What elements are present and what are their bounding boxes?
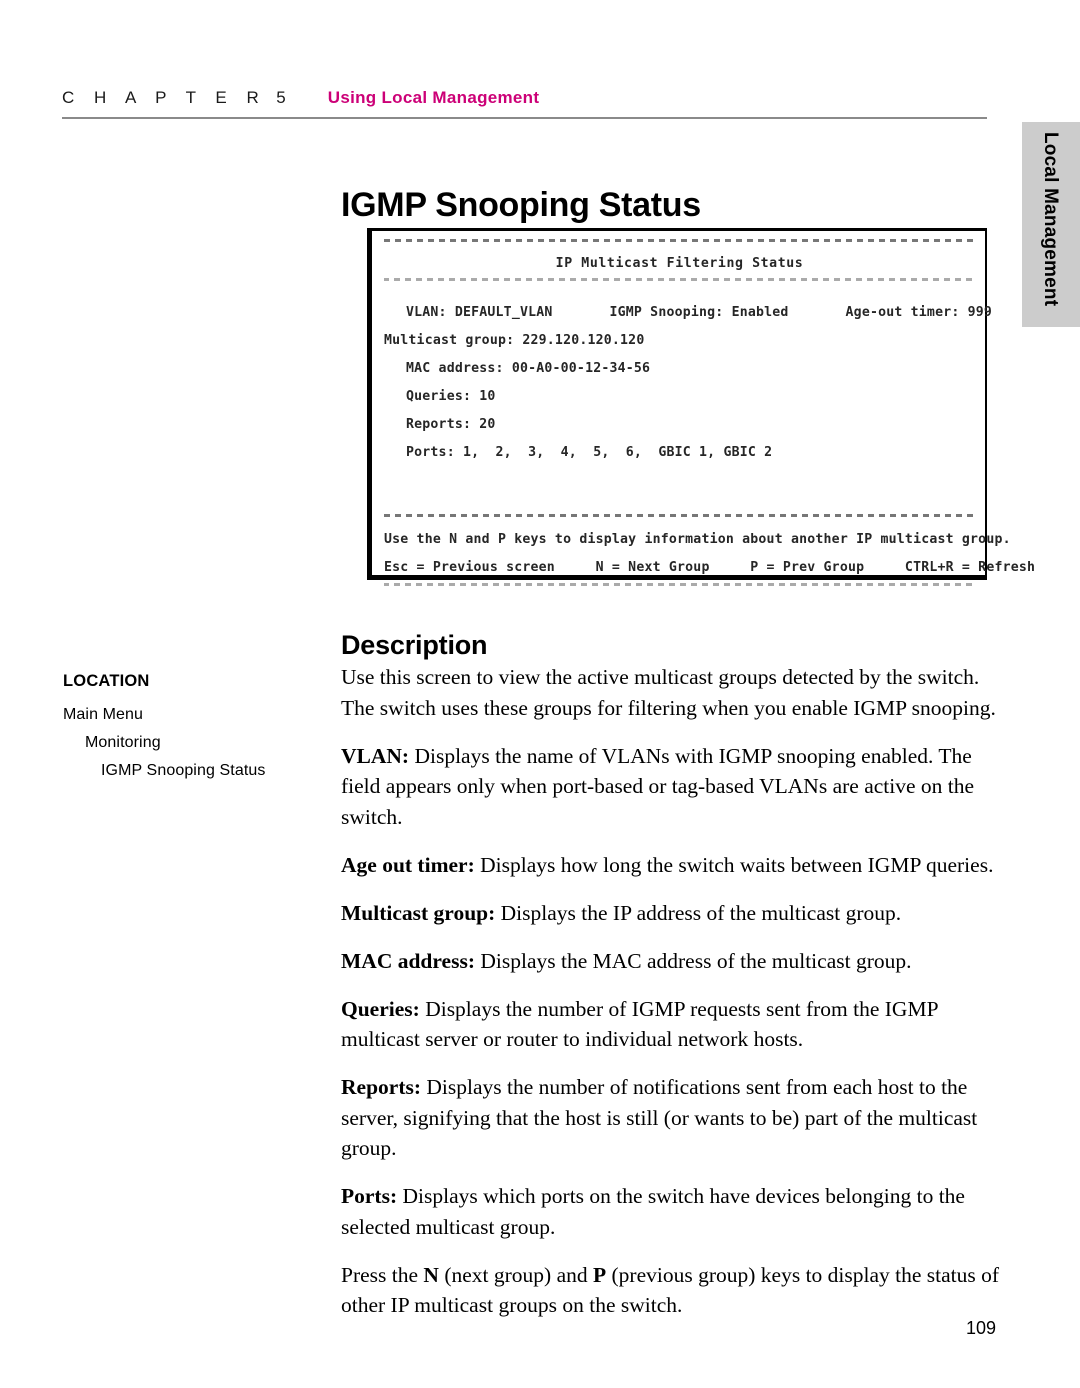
paragraph-lead: Age out timer: bbox=[341, 852, 475, 877]
nav-key-next: N bbox=[423, 1262, 439, 1287]
header-divider bbox=[62, 117, 987, 119]
paragraph-text: Displays the MAC address of the multicas… bbox=[474, 948, 912, 973]
terminal-screenshot-figure: IP Multicast Filtering Status VLAN: DEFA… bbox=[367, 228, 1035, 586]
chapter-number: 5 bbox=[276, 88, 286, 107]
terminal-screen: IP Multicast Filtering Status VLAN: DEFA… bbox=[372, 231, 1035, 586]
terminal-line-reports: Reports: 20 bbox=[406, 417, 496, 432]
terminal-line-mac-address: MAC address: 00-A0-00-12-34-56 bbox=[406, 361, 651, 376]
paragraph-ports: Ports: Displays which ports on the switc… bbox=[341, 1181, 1001, 1242]
description-heading: Description bbox=[341, 630, 488, 661]
location-item-main-menu: Main Menu bbox=[63, 706, 144, 723]
page-title: IGMP Snooping Status bbox=[341, 185, 701, 224]
paragraph-mac-address: MAC address: Displays the MAC address of… bbox=[341, 946, 1001, 977]
terminal-title: IP Multicast Filtering Status bbox=[555, 256, 804, 271]
paragraph-text: Displays how long the switch waits betwe… bbox=[474, 852, 994, 877]
nav-text-2: (next group) and bbox=[438, 1262, 593, 1287]
paragraph-lead: Ports: bbox=[341, 1184, 398, 1208]
terminal-spacer bbox=[384, 242, 975, 251]
nav-text-1: Press the bbox=[341, 1262, 424, 1287]
page-number: 109 bbox=[966, 1318, 997, 1338]
paragraph-overview: Use this screen to view the active multi… bbox=[341, 662, 1001, 723]
paragraph-text: Use this screen to view the active multi… bbox=[341, 665, 996, 720]
terminal-divider-bottom bbox=[384, 582, 975, 586]
location-block: LOCATION Main Menu Monitoring IGMP Snoop… bbox=[63, 672, 323, 790]
chapter-title: Using Local Management bbox=[327, 88, 540, 107]
terminal-line-vlan: VLAN: DEFAULT_VLAN IGMP Snooping: Enable… bbox=[406, 305, 993, 320]
terminal-line-ports: Ports: 1, 2, 3, 4, 5, 6, GBIC 1, GBIC 2 bbox=[406, 445, 773, 460]
paragraph-lead: Queries: bbox=[341, 996, 420, 1021]
paragraph-text: Displays the number of IGMP requests sen… bbox=[341, 996, 938, 1052]
terminal-help-line: Use the N and P keys to display informat… bbox=[384, 532, 1011, 547]
side-tab-local-management: Local Management bbox=[1022, 122, 1080, 327]
paragraph-text: Displays the number of notifications sen… bbox=[341, 1075, 978, 1160]
location-item-monitoring: Monitoring bbox=[85, 734, 161, 751]
terminal-spacer bbox=[384, 517, 975, 526]
location-item-igmp-snooping-status: IGMP Snooping Status bbox=[101, 762, 266, 779]
paragraph-queries: Queries: Displays the number of IGMP req… bbox=[341, 994, 1001, 1055]
terminal-key-line: Esc = Previous screen N = Next Group P =… bbox=[384, 560, 1036, 575]
terminal-line-multicast-group: Multicast group: 229.120.120.120 bbox=[384, 333, 645, 348]
paragraph-multicast-group: Multicast group: Displays the IP address… bbox=[341, 898, 1001, 929]
nav-key-prev: P bbox=[593, 1262, 607, 1287]
paragraph-text: Displays which ports on the switch have … bbox=[341, 1184, 965, 1239]
paragraph-lead: MAC address: bbox=[341, 948, 475, 973]
terminal-line-queries: Queries: 10 bbox=[406, 389, 496, 404]
paragraph-text: Displays the name of VLANs with IGMP sno… bbox=[341, 743, 975, 829]
body-copy: Use this screen to view the active multi… bbox=[341, 662, 1001, 1338]
paragraph-lead: VLAN: bbox=[341, 743, 410, 768]
paragraph-vlan: VLAN: Displays the name of VLANs with IG… bbox=[341, 741, 1001, 833]
paragraph-age-out-timer: Age out timer: Displays how long the swi… bbox=[341, 850, 1001, 881]
chapter-word: C H A P T E R bbox=[62, 88, 267, 107]
paragraph-text: Displays the IP address of the multicast… bbox=[495, 900, 902, 925]
chapter-header: C H A P T E R 5 Using Local Management bbox=[62, 88, 987, 118]
paragraph-lead: Reports: bbox=[341, 1075, 422, 1099]
terminal-spacer bbox=[384, 281, 975, 299]
location-title: LOCATION bbox=[63, 672, 150, 690]
paragraph-reports: Reports: Displays the number of notifica… bbox=[341, 1072, 1001, 1164]
paragraph-navigation-keys: Press the N (next group) and P (previous… bbox=[341, 1260, 1001, 1321]
terminal-spacer bbox=[384, 467, 975, 513]
side-tab-label: Local Management bbox=[1040, 132, 1061, 307]
paragraph-lead: Multicast group: bbox=[341, 900, 496, 925]
